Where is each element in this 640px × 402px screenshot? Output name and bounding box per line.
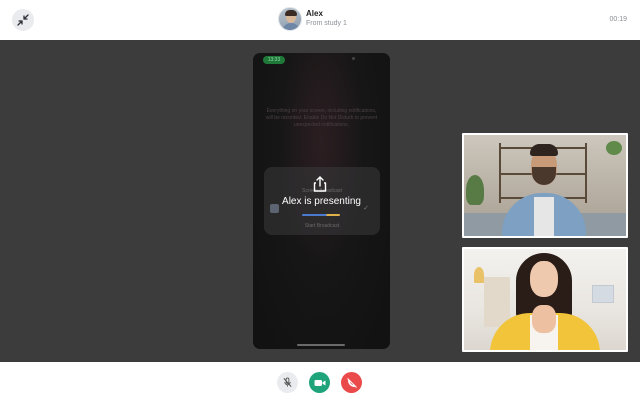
broadcast-progress <box>302 214 340 216</box>
caller-info: Alex From study 1 <box>278 7 347 31</box>
video-camera-icon <box>314 379 325 386</box>
avatar <box>278 7 302 31</box>
mute-button[interactable] <box>277 372 298 393</box>
status-time: 13:33 <box>263 56 285 64</box>
alex-video-tile[interactable] <box>462 133 628 238</box>
call-header: Alex From study 1 00:19 <box>0 0 640 40</box>
caller-name: Alex <box>306 9 323 18</box>
participant-video-tile[interactable] <box>462 247 628 352</box>
recording-notice: Everything on your screen, including not… <box>265 108 378 128</box>
call-controls <box>0 362 640 402</box>
mic-off-icon <box>283 377 292 387</box>
video-stage: 13:33 Everything on your screen, includi… <box>0 40 640 362</box>
presenting-label: Alex is presenting <box>282 196 361 207</box>
collapse-arrows-icon <box>17 14 29 26</box>
caller-subtitle: From study 1 <box>306 20 347 27</box>
start-broadcast-button: Start Broadcast <box>304 223 340 229</box>
share-icon <box>313 176 327 192</box>
call-timer: 00:19 <box>609 16 627 23</box>
plant-image <box>466 175 484 205</box>
home-indicator <box>297 344 345 346</box>
end-call-button[interactable] <box>341 372 362 393</box>
camera-dot <box>352 57 355 60</box>
camera-button[interactable] <box>309 372 330 393</box>
collapse-button[interactable] <box>12 9 34 31</box>
end-call-icon <box>346 377 357 388</box>
